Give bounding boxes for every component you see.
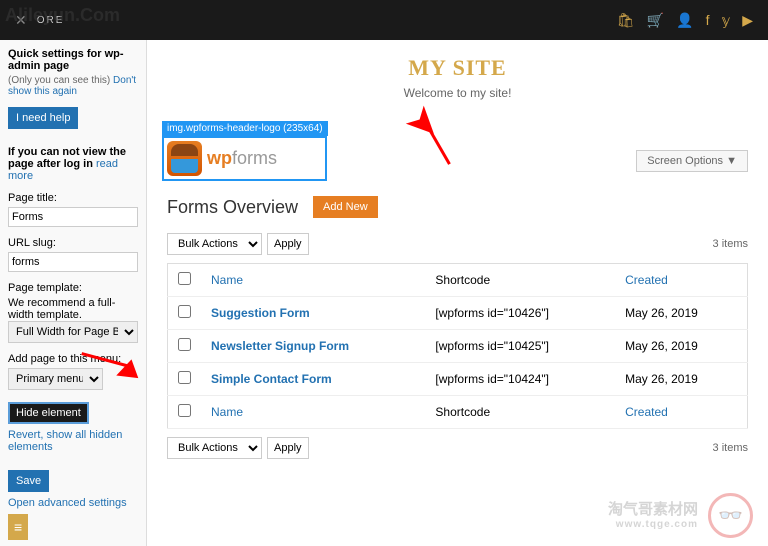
select-all-checkbox[interactable] [178,272,191,285]
watermark-overlay: Alileyun.Com [0,0,125,31]
site-hero: MY SITE Welcome to my site! [147,40,768,110]
select-all-checkbox-bottom[interactable] [178,404,191,417]
site-subtitle: Welcome to my site! [147,86,768,100]
shortcode-cell: [wpforms id="10425"] [425,330,615,363]
col-name-foot[interactable]: Name [201,396,425,429]
add-new-button[interactable]: Add New [313,196,378,218]
wpforms-mascot-icon [167,141,202,176]
sidebar-heading: Quick settings for wp-admin page [8,48,124,72]
url-slug-input[interactable] [8,252,138,272]
wpforms-logo-text: wpforms [207,148,277,169]
site-title: MY SITE [147,55,768,81]
template-label: Page template: [8,282,138,294]
col-shortcode: Shortcode [425,264,615,297]
shortcode-cell: [wpforms id="10426"] [425,297,615,330]
row-checkbox[interactable] [178,305,191,318]
quick-settings-sidebar: Quick settings for wp-admin page (Only y… [0,40,147,546]
facebook-icon[interactable]: f [706,12,710,29]
page-title: Forms Overview [167,197,298,218]
wpforms-logo-image[interactable]: wpforms [162,136,327,181]
created-cell: May 26, 2019 [615,297,747,330]
shortcode-cell: [wpforms id="10424"] [425,363,615,396]
menu-label: Add page to this menu: [8,353,138,365]
advanced-settings-link[interactable]: Open advanced settings [8,497,138,509]
menu-select[interactable]: Primary menu [8,368,103,390]
menu-toggle-button[interactable]: ≡ [8,514,28,540]
table-row: Newsletter Signup Form [wpforms id="1042… [168,330,748,363]
template-select[interactable]: Full Width for Page Builde [8,321,138,343]
bulk-actions-select-top[interactable]: Bulk Actions [167,233,262,255]
template-note: We recommend a full-width template. [8,297,138,321]
form-link[interactable]: Newsletter Signup Form [211,339,349,353]
user-icon[interactable]: 👤 [676,12,693,29]
form-link[interactable]: Suggestion Form [211,306,310,320]
row-checkbox[interactable] [178,338,191,351]
footer-watermark: 淘气哥素材网 www.tqge.com 👓 [608,493,753,538]
page-title-label: Page title: [8,192,138,204]
wpforms-logo-highlighted: img.wpforms-header-logo (235x64) wpforms [162,120,328,181]
main-content: MY SITE Welcome to my site! ➤ img.wpform… [147,40,768,546]
save-button[interactable]: Save [8,470,49,492]
page-title-input[interactable] [8,207,138,227]
twitter-icon[interactable]: 𝕪 [721,12,730,29]
revert-link[interactable]: Revert, show all hidden elements [8,429,138,453]
forms-table: Name Shortcode Created Suggestion Form [… [167,263,748,429]
apply-button-bottom[interactable]: Apply [267,437,309,459]
element-inspector-tag: img.wpforms-header-logo (235x64) [162,121,328,136]
table-row: Suggestion Form [wpforms id="10426"] May… [168,297,748,330]
watermark-logo-icon: 👓 [708,493,753,538]
apply-button-top[interactable]: Apply [267,233,309,255]
need-help-button[interactable]: I need help [8,107,78,129]
annotation-arrow-1 [421,116,451,165]
col-created-foot[interactable]: Created [615,396,747,429]
cart-icon[interactable]: 🛒 [647,12,664,29]
created-cell: May 26, 2019 [615,363,747,396]
hide-element-button[interactable]: Hide element [8,402,89,424]
items-count-top: 3 items [713,238,748,250]
sidebar-note: (Only you can see this) Don't show this … [8,75,138,97]
bulk-actions-select-bottom[interactable]: Bulk Actions [167,437,262,459]
col-shortcode-foot: Shortcode [425,396,615,429]
col-name[interactable]: Name [201,264,425,297]
table-row: Simple Contact Form [wpforms id="10424"]… [168,363,748,396]
screen-options-toggle[interactable]: Screen Options ▼ [636,150,748,172]
created-cell: May 26, 2019 [615,330,747,363]
col-created[interactable]: Created [615,264,747,297]
form-link[interactable]: Simple Contact Form [211,372,332,386]
topbar-icons: 🛍 🛒 👤 f 𝕪 ▶ [617,12,753,29]
items-count-bottom: 3 items [713,442,748,454]
row-checkbox[interactable] [178,371,191,384]
url-slug-label: URL slug: [8,237,138,249]
youtube-icon[interactable]: ▶ [742,12,753,29]
briefcase-icon[interactable]: 🛍 [617,12,635,29]
